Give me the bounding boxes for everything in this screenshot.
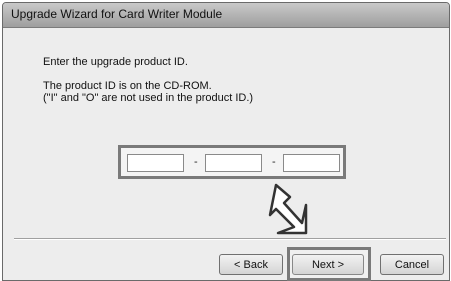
instruction-text: Enter the upgrade product ID. — [43, 56, 188, 68]
product-id-location-text: The product ID is on the CD-ROM. — [43, 80, 212, 92]
button-area-divider — [14, 238, 446, 240]
back-button[interactable]: < Back — [219, 254, 283, 275]
product-id-field-1[interactable] — [127, 154, 184, 172]
product-id-dash: - — [194, 156, 198, 168]
cancel-button[interactable]: Cancel — [380, 254, 444, 275]
next-button[interactable]: Next > — [292, 254, 364, 275]
product-id-field-3[interactable] — [283, 154, 340, 172]
product-id-dash: - — [272, 156, 276, 168]
product-id-field-2[interactable] — [205, 154, 262, 172]
product-id-input-group: - - — [118, 145, 346, 179]
down-right-arrow-icon — [268, 183, 308, 235]
window-title: Upgrade Wizard for Card Writer Module — [11, 7, 223, 21]
title-bar[interactable]: Upgrade Wizard for Card Writer Module — [3, 3, 449, 28]
product-id-note-text: ("I" and "O" are not used in the product… — [43, 92, 254, 104]
